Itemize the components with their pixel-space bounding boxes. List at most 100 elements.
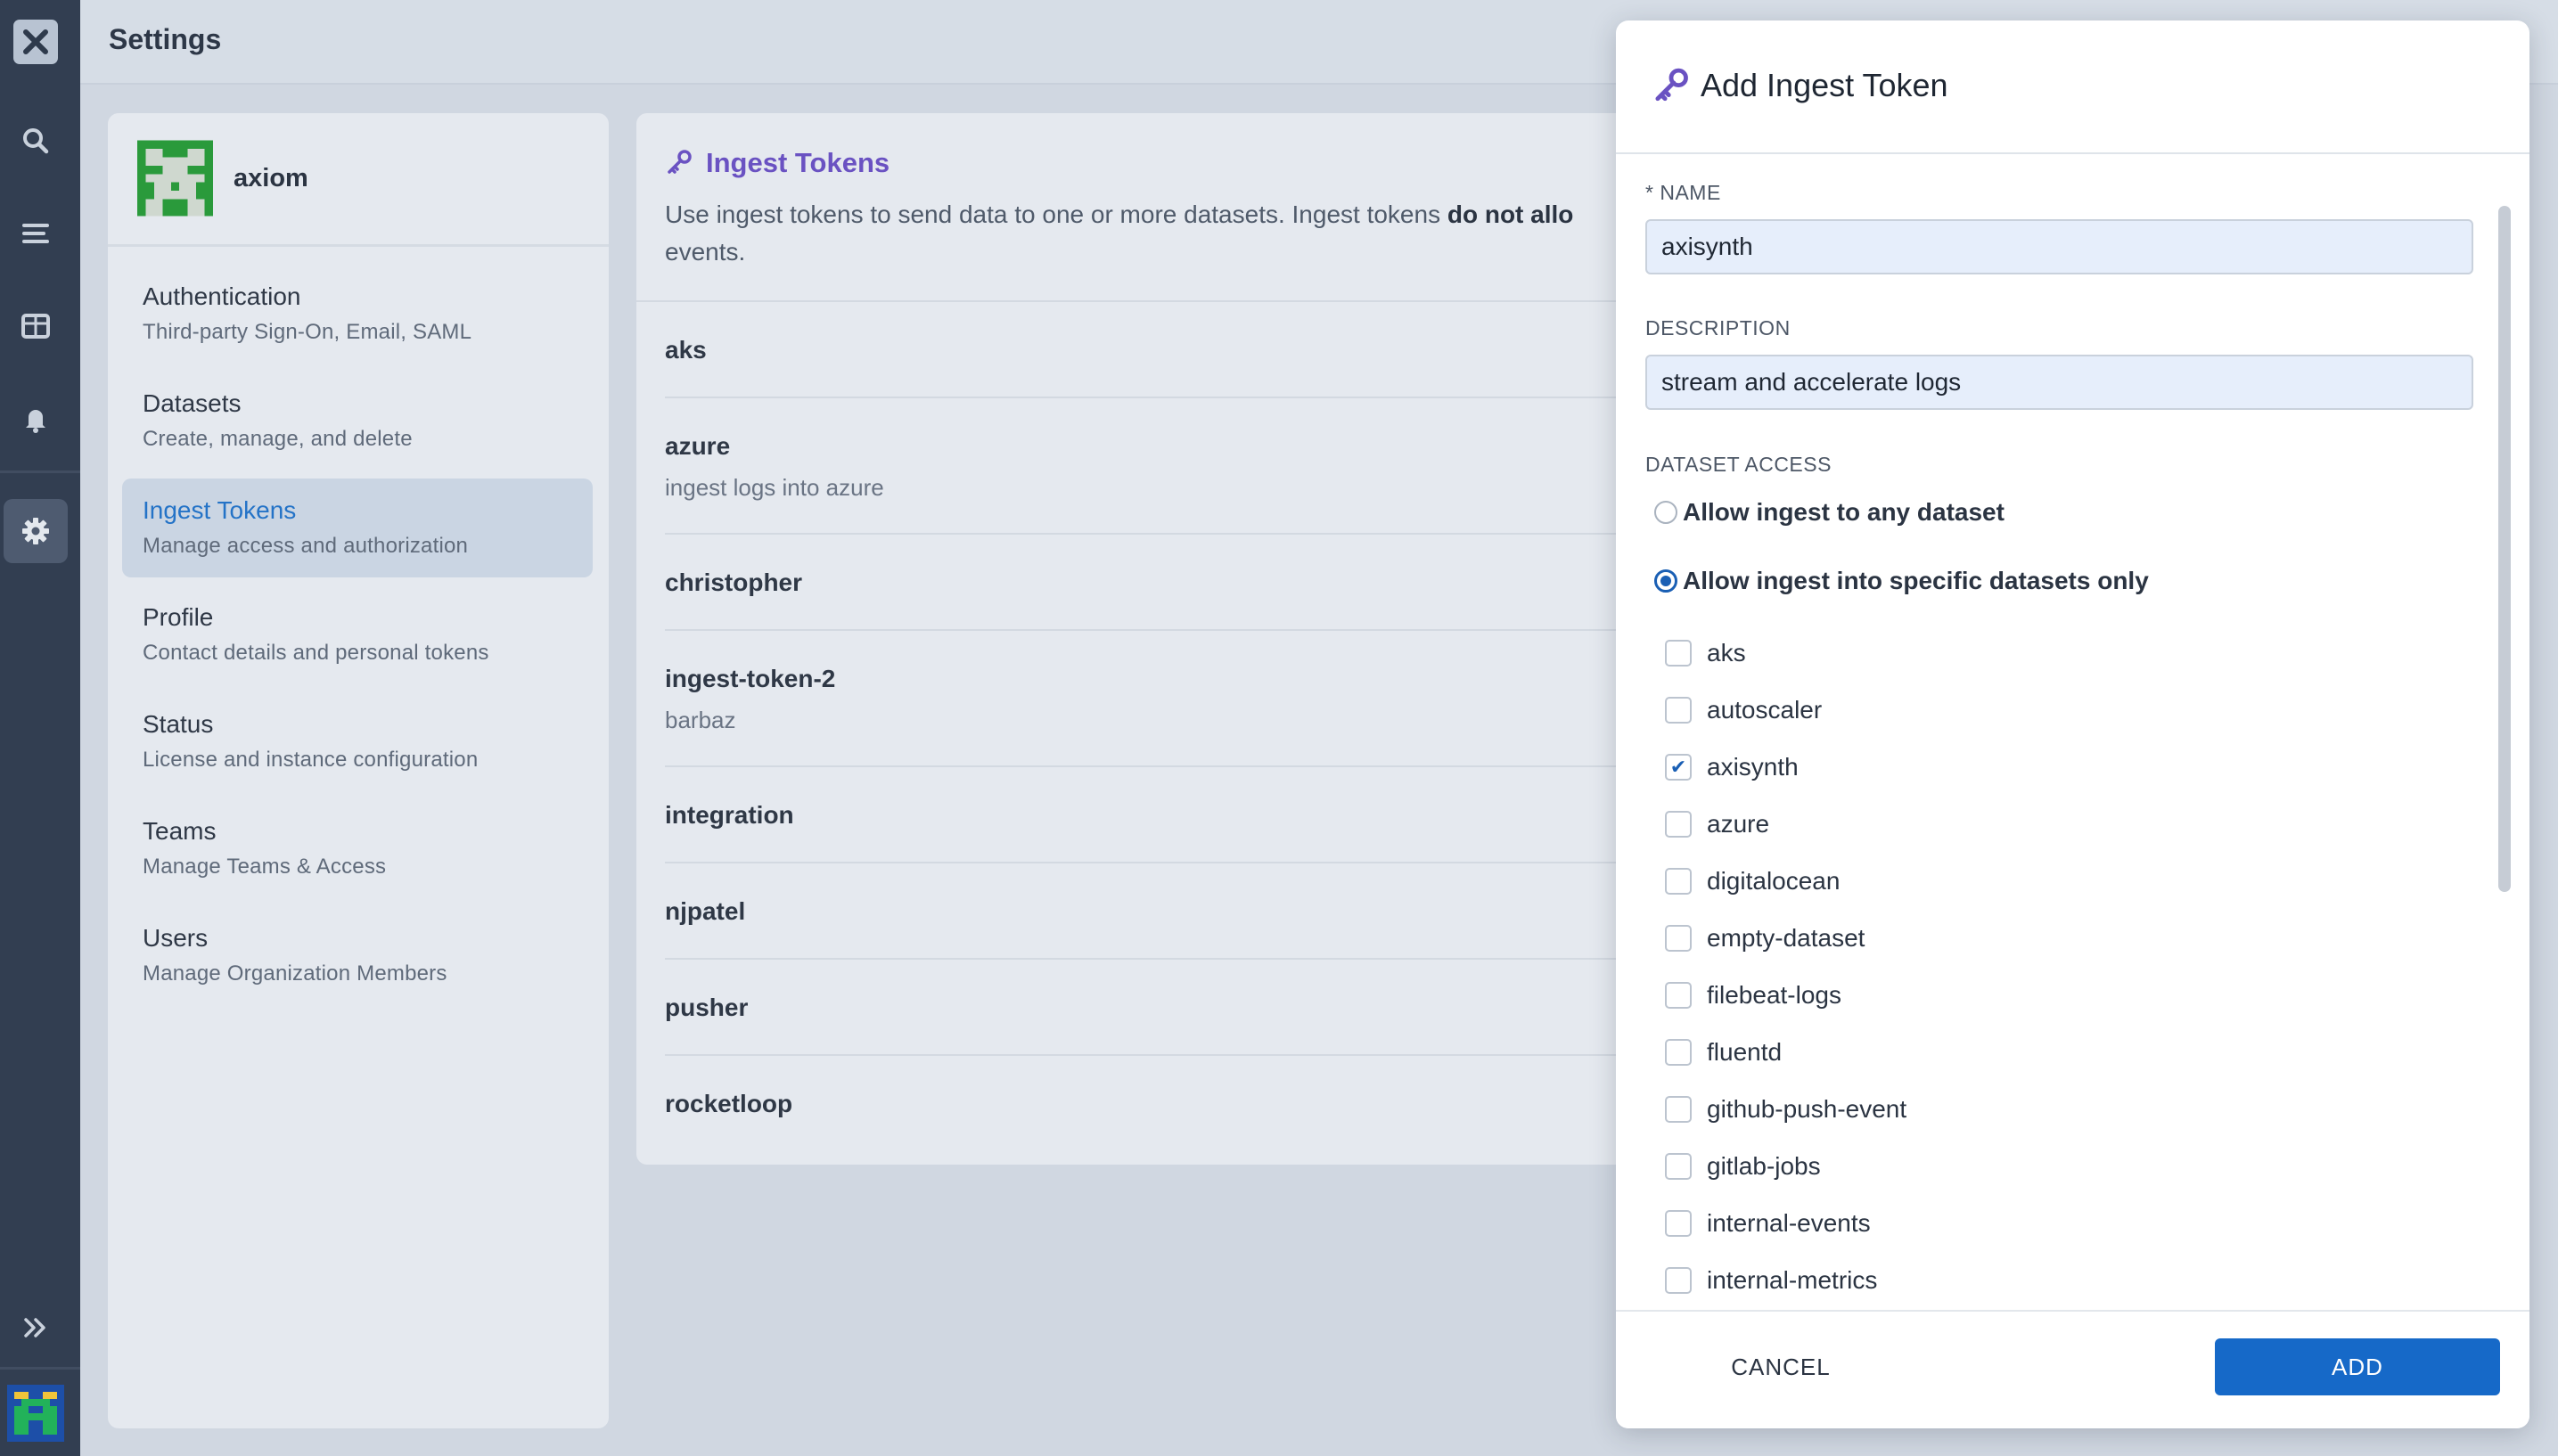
nav-item-subtitle: Manage access and authorization (143, 534, 469, 558)
token-name: njpatel (665, 897, 746, 925)
dataset-checkbox-row[interactable]: empty-dataset (1665, 920, 1865, 956)
checkbox[interactable] (1665, 1267, 1692, 1294)
modal-title: Add Ingest Token (1701, 67, 1948, 103)
dataset-checkbox-row[interactable]: internal-events (1665, 1206, 1871, 1241)
radio-button[interactable] (1654, 501, 1677, 524)
dataset-access-label: DATASET ACCESS (1645, 453, 1832, 476)
dataset-checkbox-row[interactable]: internal-metrics (1665, 1263, 1877, 1298)
dataset-checkbox-row[interactable]: gitlab-jobs (1665, 1149, 1821, 1184)
token-row[interactable]: ingest-token-2 barbaz (665, 629, 1635, 765)
nav-item-ingest-tokens[interactable]: Ingest Tokens Manage access and authoriz… (122, 479, 593, 577)
dataset-name: empty-dataset (1707, 924, 1865, 952)
dataset-name: gitlab-jobs (1707, 1152, 1821, 1180)
checkbox[interactable] (1665, 811, 1692, 838)
token-name: rocketloop (665, 1090, 793, 1117)
description-input[interactable] (1645, 355, 2473, 410)
description-label: DESCRIPTION (1645, 316, 1791, 339)
dataset-name: internal-events (1707, 1209, 1871, 1237)
dataset-checkbox-row[interactable]: fluentd (1665, 1035, 1782, 1070)
nav-item-authentication[interactable]: Authentication Third-party Sign-On, Emai… (122, 265, 593, 364)
dataset-name: digitalocean (1707, 867, 1841, 895)
bell-icon[interactable] (4, 387, 68, 451)
checkbox[interactable]: ✔ (1665, 754, 1692, 781)
nav-item-profile[interactable]: Profile Contact details and personal tok… (122, 585, 593, 684)
dataset-name: azure (1707, 810, 1770, 838)
dataset-checkbox-row[interactable]: filebeat-logs (1665, 977, 1841, 1013)
dataset-checkbox-row[interactable]: github-push-event (1665, 1092, 1906, 1127)
nav-item-subtitle: Manage Teams & Access (143, 855, 387, 879)
nav-item-teams[interactable]: Teams Manage Teams & Access (122, 799, 593, 898)
token-name: azure (665, 432, 731, 460)
token-row[interactable]: christopher (665, 533, 1635, 629)
org-avatar (137, 140, 213, 217)
token-row[interactable]: azure ingest logs into azure (665, 397, 1635, 533)
checkbox[interactable] (1665, 697, 1692, 724)
panel-description: Use ingest tokens to send data to one or… (665, 196, 1635, 271)
radio-specific-datasets[interactable]: Allow ingest into specific datasets only (1654, 567, 2149, 595)
stream-icon[interactable] (4, 201, 68, 266)
search-icon[interactable] (4, 109, 68, 173)
gear-icon[interactable] (4, 499, 68, 563)
nav-item-subtitle: Contact details and personal tokens (143, 641, 489, 665)
token-name: aks (665, 336, 707, 364)
nav-item-title: Status (143, 710, 214, 738)
name-label: * NAME (1645, 181, 1721, 204)
nav-item-title: Authentication (143, 282, 301, 310)
modal-scrollbar[interactable] (2498, 190, 2513, 1330)
token-name: integration (665, 801, 794, 829)
nav-item-title: Users (143, 924, 209, 952)
checkbox[interactable] (1665, 1210, 1692, 1237)
key-icon (668, 150, 692, 174)
radio-any-dataset[interactable]: Allow ingest to any dataset (1654, 498, 2005, 527)
token-name: pusher (665, 994, 749, 1021)
close-logo-icon[interactable] (13, 20, 58, 64)
token-description: ingest logs into azure (665, 474, 884, 501)
dataset-checkbox-row[interactable]: aks (1665, 635, 1746, 671)
rail-divider (0, 470, 80, 473)
nav-item-title: Datasets (143, 389, 242, 417)
checkbox[interactable] (1665, 925, 1692, 952)
checkbox[interactable] (1665, 640, 1692, 667)
panel-header: Ingest Tokens (665, 147, 890, 179)
dataset-name: github-push-event (1707, 1095, 1907, 1123)
dataset-checkbox-row[interactable]: digitalocean (1665, 863, 1840, 899)
user-avatar[interactable] (7, 1385, 64, 1442)
add-button[interactable]: ADD (2215, 1338, 2500, 1395)
checkbox[interactable] (1665, 1039, 1692, 1066)
token-row[interactable]: aks (636, 300, 1635, 397)
token-name: christopher (665, 568, 803, 596)
name-input[interactable] (1645, 219, 2473, 274)
nav-item-subtitle: Create, manage, and delete (143, 427, 413, 451)
settings-nav: axiom Authentication Third-party Sign-On… (108, 113, 609, 1428)
org-name: axiom (234, 164, 308, 192)
token-row[interactable]: pusher (665, 958, 1635, 1054)
dataset-name: axisynth (1707, 753, 1799, 781)
cancel-button[interactable]: CANCEL (1696, 1338, 1865, 1395)
nav-item-datasets[interactable]: Datasets Create, manage, and delete (122, 372, 593, 470)
dataset-checkbox-row[interactable]: autoscaler (1665, 692, 1822, 728)
checkbox[interactable] (1665, 868, 1692, 895)
checkbox[interactable] (1665, 1096, 1692, 1123)
dataset-name: filebeat-logs (1707, 981, 1841, 1009)
radio-label: Allow ingest to any dataset (1683, 498, 2005, 526)
nav-item-status[interactable]: Status License and instance configuratio… (122, 692, 593, 791)
checkbox[interactable] (1665, 982, 1692, 1009)
radio-button[interactable] (1654, 569, 1677, 593)
dashboards-icon[interactable] (4, 294, 68, 358)
modal-header: Add Ingest Token (1616, 20, 2529, 154)
description-text: events. (665, 238, 746, 266)
token-description: barbaz (665, 707, 736, 733)
radio-label: Allow ingest into specific datasets only (1683, 567, 2149, 594)
token-name: ingest-token-2 (665, 665, 836, 692)
nav-item-subtitle: Manage Organization Members (143, 961, 447, 986)
checkbox[interactable] (1665, 1153, 1692, 1180)
token-row[interactable]: njpatel (665, 862, 1635, 958)
expand-icon[interactable] (4, 1296, 68, 1360)
scrollbar-thumb[interactable] (2498, 206, 2511, 892)
nav-item-users[interactable]: Users Manage Organization Members (122, 906, 593, 1005)
dataset-checkbox-row[interactable]: ✔ axisynth (1665, 749, 1799, 785)
dataset-checkbox-row[interactable]: azure (1665, 806, 1769, 842)
token-row[interactable]: integration (665, 765, 1635, 862)
checkmark-icon: ✔ (1669, 756, 1687, 778)
token-row[interactable]: rocketloop (665, 1054, 1635, 1150)
